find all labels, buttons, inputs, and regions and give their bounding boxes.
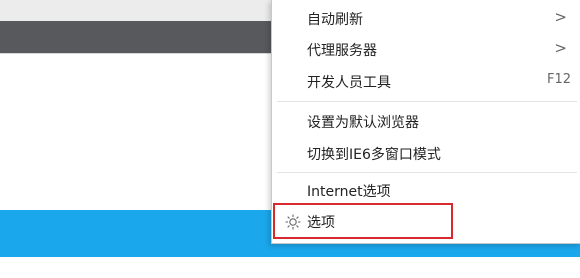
shortcut-label: F12 — [546, 72, 571, 87]
tab-strip — [0, 21, 290, 53]
menu-item-ie6-mode[interactable]: 切换到IE6多窗口模式 — [272, 138, 580, 168]
menu-separator — [277, 172, 577, 173]
menu-item-label: 开发人员工具 — [307, 75, 391, 91]
menu-item-auto-refresh[interactable]: 自动刷新 > — [272, 3, 580, 33]
menu-item-label: 切换到IE6多窗口模式 — [307, 147, 441, 163]
menu-item-proxy-server[interactable]: 代理服务器 > — [272, 34, 580, 64]
chevron-right-icon: > — [554, 39, 567, 57]
menu-item-label: 代理服务器 — [307, 43, 377, 59]
highlight-box — [273, 203, 453, 239]
menu-item-label: 自动刷新 — [307, 12, 363, 28]
page-bottom — [0, 257, 580, 278]
menu-separator — [277, 101, 577, 102]
menu-item-label: Internet选项 — [307, 184, 391, 200]
menu-item-dev-tools[interactable]: 开发人员工具 F12 — [272, 66, 580, 96]
page-content — [0, 53, 290, 211]
menu-item-set-default-browser[interactable]: 设置为默认浏览器 — [272, 106, 580, 136]
menu-item-internet-options[interactable]: Internet选项 — [272, 175, 580, 205]
chevron-right-icon: > — [554, 8, 567, 26]
menu-item-label: 设置为默认浏览器 — [307, 115, 419, 131]
